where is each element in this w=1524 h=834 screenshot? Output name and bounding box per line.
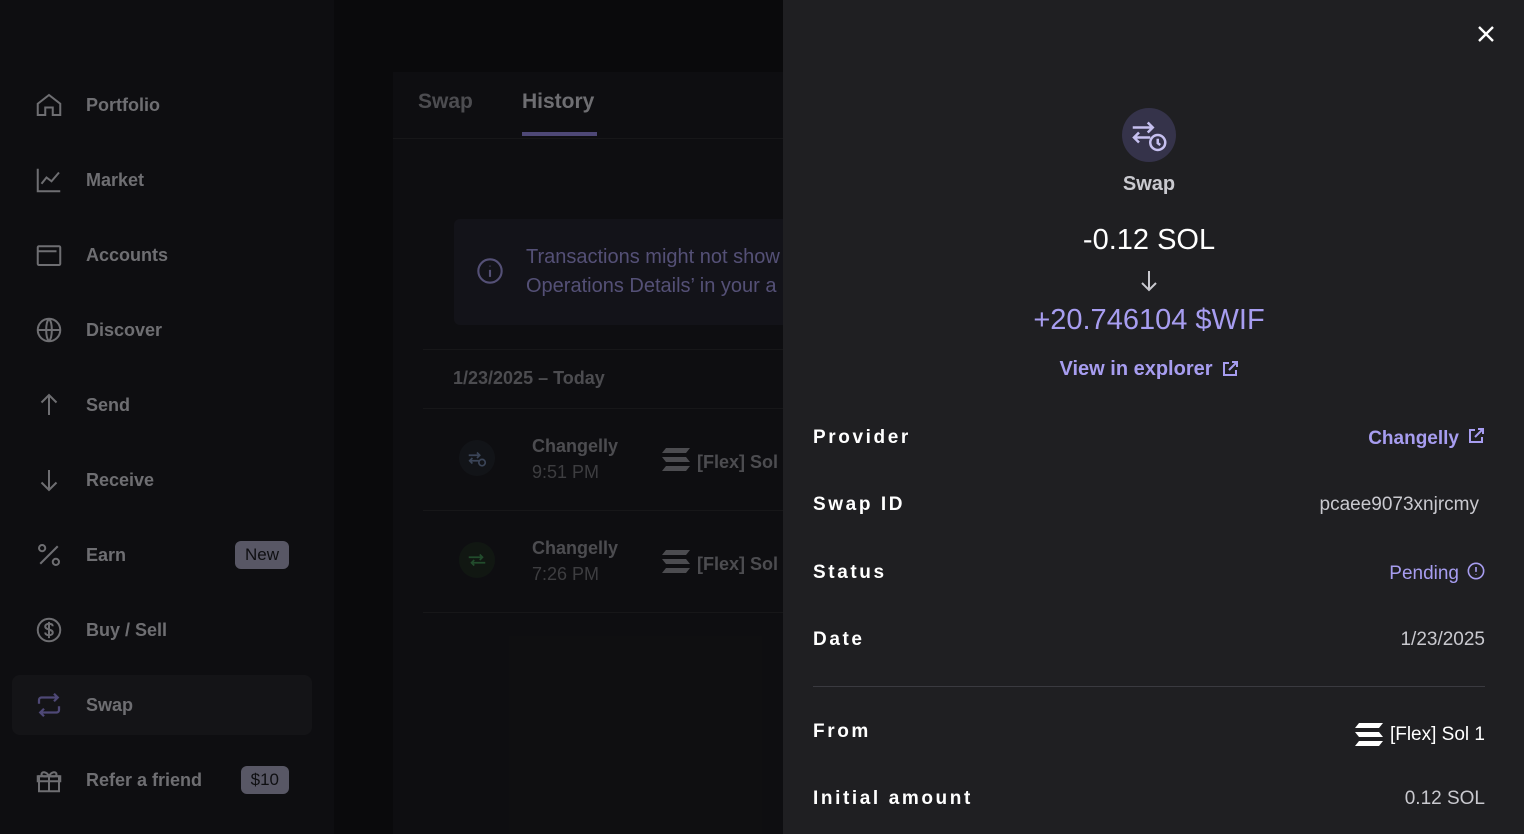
swap-id-label: Swap ID bbox=[813, 494, 906, 515]
amount-sent: -0.12 SOL bbox=[1082, 224, 1216, 256]
from-account-label: [Flex] Sol 1 bbox=[1389, 724, 1485, 745]
detail-row-status: Status Pending bbox=[813, 559, 1485, 589]
date-label: Date bbox=[813, 629, 865, 650]
initial-amount-value: 0.12 SOL bbox=[1404, 788, 1485, 809]
explorer-link-label: View in explorer bbox=[1059, 358, 1213, 380]
solana-icon bbox=[1354, 721, 1386, 749]
arrow-down-icon bbox=[1138, 268, 1160, 294]
modal-backdrop[interactable] bbox=[0, 0, 783, 834]
provider-label: Provider bbox=[813, 427, 911, 448]
detail-row-provider: Provider Changelly bbox=[813, 424, 1485, 454]
external-link-icon bbox=[1221, 360, 1239, 378]
detail-row-swap-id: Swap ID pcaee9073xnjrcmy bbox=[813, 491, 1485, 521]
swap-id-value[interactable]: pcaee9073xnjrcmy bbox=[1320, 494, 1479, 516]
status-text: Pending bbox=[1389, 563, 1459, 584]
detail-row-date: Date 1/23/2025 bbox=[813, 626, 1485, 656]
status-label: Status bbox=[813, 562, 887, 583]
detail-row-from: From [Flex] Sol 1 bbox=[813, 718, 1485, 748]
divider bbox=[813, 686, 1485, 687]
view-in-explorer-link[interactable]: View in explorer bbox=[783, 358, 1515, 381]
info-icon[interactable] bbox=[1467, 562, 1485, 586]
provider-value: Changelly bbox=[1368, 428, 1459, 449]
status-value: Pending bbox=[1389, 562, 1485, 586]
operation-details-drawer: Swap -0.12 SOL +20.746104 $WIF View in e… bbox=[783, 0, 1524, 834]
from-label: From bbox=[813, 721, 871, 742]
initial-amount-label: Initial amount bbox=[813, 788, 973, 809]
from-account[interactable]: [Flex] Sol 1 bbox=[1354, 721, 1485, 749]
date-value: 1/23/2025 bbox=[1400, 629, 1485, 650]
external-link-icon bbox=[1467, 427, 1485, 451]
drawer-title: Swap bbox=[1122, 173, 1176, 195]
amount-received: +20.746104 $WIF bbox=[1033, 304, 1265, 336]
provider-link[interactable]: Changelly bbox=[1368, 427, 1485, 451]
close-icon[interactable] bbox=[1474, 22, 1498, 46]
detail-row-initial-amount: Initial amount 0.12 SOL bbox=[813, 785, 1485, 815]
swap-clock-icon bbox=[1122, 108, 1176, 162]
